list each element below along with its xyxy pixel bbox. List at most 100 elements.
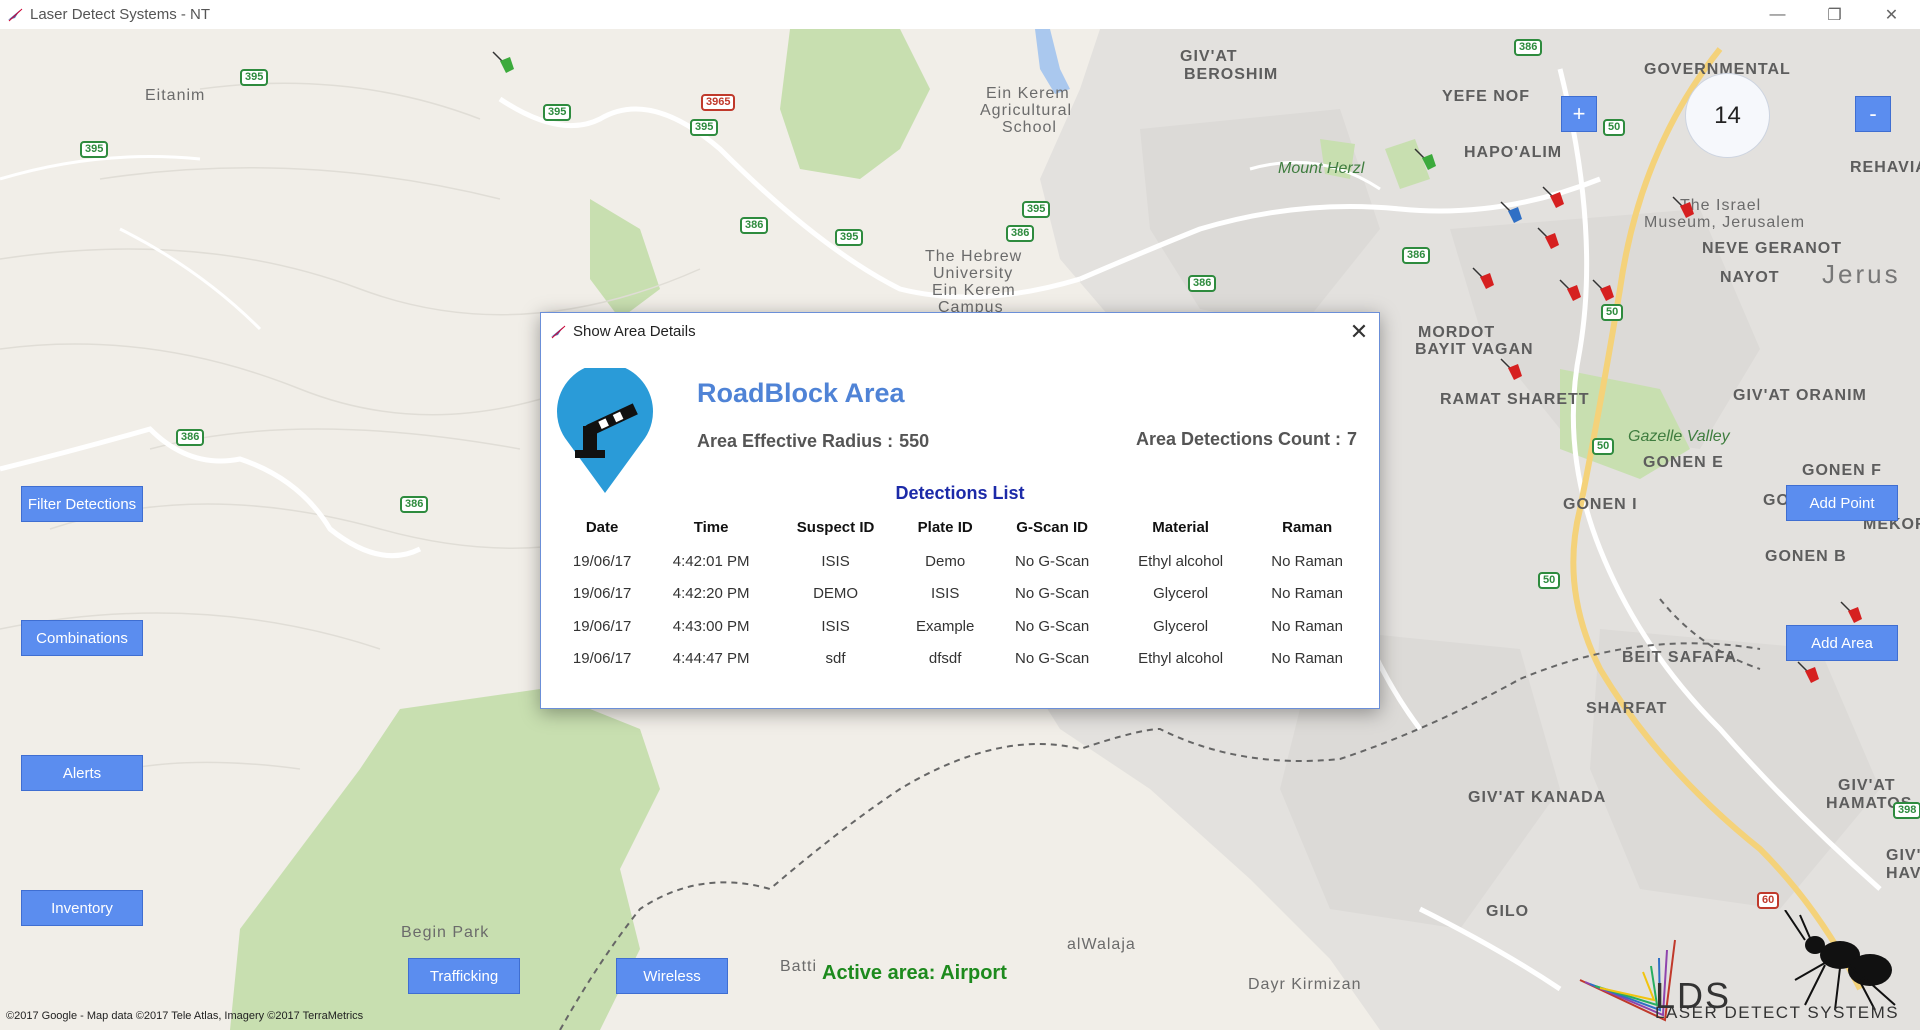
place-label: GIV'AT bbox=[1838, 777, 1896, 794]
table-row[interactable]: 19/06/17 4:44:47 PM sdf dfsdf No G-Scan … bbox=[555, 643, 1365, 676]
road-shield: 386 bbox=[1514, 39, 1543, 56]
red-pin-icon[interactable] bbox=[1498, 356, 1528, 386]
logo-subtitle: LASER DETECT SYSTEMS bbox=[1655, 1003, 1900, 1022]
red-pin-icon[interactable] bbox=[1557, 277, 1587, 307]
dialog-title: Show Area Details bbox=[573, 323, 696, 340]
table-cell: Glycerol bbox=[1153, 585, 1209, 603]
add-point-button[interactable]: Add Point bbox=[1786, 485, 1898, 521]
zoom-level-indicator: 14 bbox=[1685, 73, 1770, 158]
zoom-in-button[interactable]: + bbox=[1561, 96, 1597, 132]
place-label: GIV'AT bbox=[1180, 48, 1238, 65]
table-cell: dfsdf bbox=[928, 650, 962, 668]
alerts-button[interactable]: Alerts bbox=[21, 755, 143, 791]
window-titlebar: Laser Detect Systems - NT — ❐ ✕ bbox=[0, 0, 1920, 29]
add-area-button[interactable]: Add Area bbox=[1786, 625, 1898, 661]
table-cell: 4:45:05 PM bbox=[649, 675, 773, 685]
place-label: Begin Park bbox=[401, 924, 490, 941]
place-label: BEROSHIM bbox=[1184, 66, 1279, 83]
inventory-button[interactable]: Inventory bbox=[21, 890, 143, 926]
table-cell: No Raman bbox=[1249, 675, 1365, 685]
table-cell: Example bbox=[916, 617, 975, 635]
place-label: Dayr Kirmizan bbox=[1248, 976, 1362, 993]
area-details-dialog: Show Area Details ✕ RoadBlock Area Area … bbox=[540, 312, 1380, 709]
dialog-titlebar: Show Area Details ✕ bbox=[541, 313, 1379, 350]
road-shield: 60 bbox=[1757, 892, 1780, 909]
table-cell: DEMO bbox=[813, 585, 859, 603]
green-pin-icon[interactable] bbox=[1412, 146, 1442, 176]
restore-icon[interactable]: ❐ bbox=[1806, 0, 1863, 29]
detections-table-scroll[interactable]: Date Time Suspect ID Plate ID G-Scan ID … bbox=[555, 509, 1365, 686]
blue-pin-icon[interactable] bbox=[1498, 199, 1528, 229]
place-label: GIV'AT ORANIM bbox=[1733, 387, 1867, 404]
road-shield: 50 bbox=[1592, 438, 1615, 455]
table-cell: No Raman bbox=[1271, 617, 1343, 635]
table-row[interactable]: 19/06/17 4:43:00 PM ISIS Example No G-Sc… bbox=[555, 610, 1365, 643]
road-shield: 398 bbox=[1893, 802, 1920, 819]
place-label: NAYOT bbox=[1720, 269, 1780, 286]
close-icon[interactable]: ✕ bbox=[1863, 0, 1920, 29]
road-shield: 50 bbox=[1538, 572, 1561, 589]
table-cell: 19/06/17 bbox=[572, 650, 632, 668]
red-pin-icon[interactable] bbox=[1535, 225, 1565, 255]
table-cell: 4:42:20 PM bbox=[672, 585, 750, 603]
filter-detections-button[interactable]: Filter Detections bbox=[21, 486, 143, 522]
app-logo-icon bbox=[8, 8, 23, 21]
table-cell: ISIS bbox=[821, 552, 850, 570]
close-icon[interactable]: ✕ bbox=[1339, 313, 1379, 350]
red-pin-icon[interactable] bbox=[1795, 659, 1825, 689]
table-cell: Ethyl alcohol bbox=[1138, 650, 1224, 668]
road-shield: 395 bbox=[835, 229, 864, 246]
place-label: NEVE GERANOT bbox=[1702, 240, 1843, 257]
column-header[interactable]: Raman bbox=[1249, 509, 1365, 545]
combinations-button[interactable]: Combinations bbox=[21, 620, 143, 656]
trafficking-button[interactable]: Trafficking bbox=[408, 958, 520, 994]
area-radius-value: 550 bbox=[899, 431, 930, 451]
column-header[interactable]: Date bbox=[555, 509, 649, 545]
place-label: The Hebrew bbox=[925, 248, 1023, 265]
table-cell: Demo bbox=[925, 552, 966, 570]
place-label: GONEN B bbox=[1765, 548, 1847, 565]
column-header[interactable]: Material bbox=[1112, 509, 1249, 545]
table-cell: 19/06/17 bbox=[572, 552, 632, 570]
table-cell: Heroin bbox=[1112, 675, 1249, 685]
table-cell: 19/06/17 bbox=[572, 585, 632, 603]
map-copyright: ©2017 Google - Map data ©2017 Tele Atlas… bbox=[6, 1010, 364, 1022]
wireless-button[interactable]: Wireless bbox=[616, 958, 728, 994]
red-pin-icon[interactable] bbox=[1470, 265, 1500, 295]
column-header[interactable]: G-Scan ID bbox=[992, 509, 1112, 545]
road-shield: 395 bbox=[543, 104, 572, 121]
table-cell: 19/06/17 bbox=[555, 675, 649, 685]
place-label: Ein Kerem bbox=[932, 282, 1016, 299]
minimize-icon[interactable]: — bbox=[1749, 0, 1806, 29]
detections-list-title: Detections List bbox=[895, 483, 1025, 503]
road-shield: 3965 bbox=[701, 94, 736, 111]
table-row[interactable]: 19/06/17 4:42:20 PM DEMO ISIS No G-Scan … bbox=[555, 578, 1365, 611]
table-row[interactable]: 19/06/17 4:42:01 PM ISIS Demo No G-Scan … bbox=[555, 545, 1365, 578]
table-cell: Ethyl alcohol bbox=[1138, 552, 1224, 570]
column-header[interactable]: Plate ID bbox=[898, 509, 992, 545]
zoom-out-button[interactable]: - bbox=[1855, 96, 1891, 132]
table-cell: No G-Scan bbox=[1015, 617, 1090, 635]
active-area-label: Active area: Airport bbox=[822, 962, 1007, 984]
red-pin-icon[interactable] bbox=[1590, 277, 1620, 307]
table-cell: Glycerol bbox=[1153, 617, 1209, 635]
column-header[interactable]: Time bbox=[649, 509, 773, 545]
table-cell: No G-Scan bbox=[1015, 552, 1090, 570]
place-label: BEIT SAFAFA bbox=[1622, 649, 1738, 666]
red-pin-icon[interactable] bbox=[1670, 194, 1700, 224]
red-pin-icon[interactable] bbox=[1540, 184, 1570, 214]
place-label: GILO bbox=[1486, 903, 1530, 920]
column-header[interactable]: Suspect ID bbox=[773, 509, 898, 545]
table-cell: ISIS bbox=[931, 585, 960, 603]
place-label: Batti bbox=[780, 958, 818, 975]
table-row[interactable]: 19/06/17 4:45:05 PM sdf asdf No G-Scan H… bbox=[555, 675, 1365, 685]
place-label: HAPO'ALIM bbox=[1464, 144, 1563, 161]
area-name: RoadBlock Area bbox=[697, 378, 905, 408]
road-shield: 50 bbox=[1603, 119, 1626, 136]
place-label: GONEN E bbox=[1643, 454, 1724, 471]
place-label: REHAVIA bbox=[1850, 159, 1920, 176]
app-logo-icon bbox=[551, 325, 566, 338]
green-pin-icon[interactable] bbox=[490, 49, 520, 79]
place-label: University bbox=[933, 265, 1014, 282]
table-cell: No Raman bbox=[1271, 650, 1343, 668]
